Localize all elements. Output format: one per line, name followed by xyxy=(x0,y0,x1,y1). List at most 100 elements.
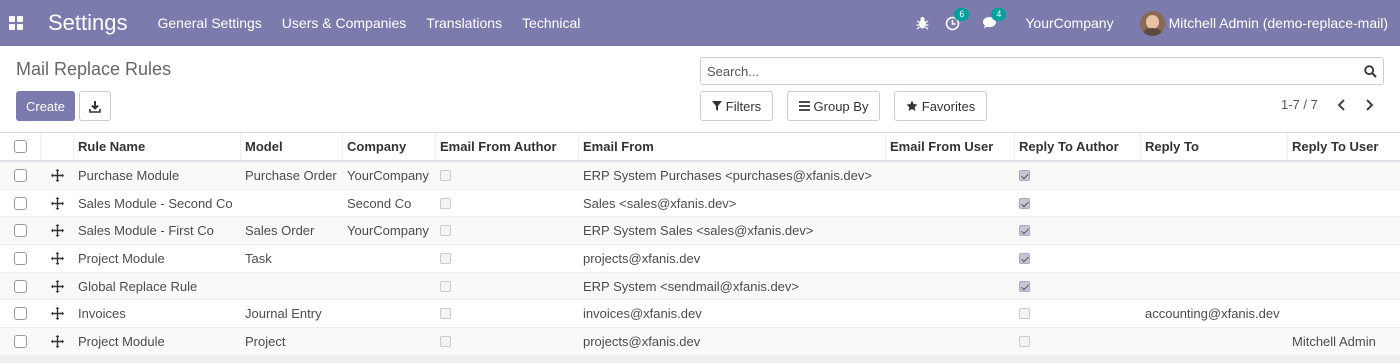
cell-email-from-author-checkbox xyxy=(440,225,451,237)
search-box xyxy=(700,57,1384,85)
cell-model xyxy=(241,273,343,300)
company-switcher[interactable]: YourCompany xyxy=(1025,15,1113,31)
cell-email-from-author xyxy=(436,217,579,244)
page-title[interactable]: Mail Replace Rules xyxy=(16,59,171,80)
filter-icon xyxy=(711,101,722,111)
drag-handle-icon[interactable] xyxy=(51,279,64,293)
row-select-cell xyxy=(0,328,41,355)
table-row[interactable]: Sales Module - First Co Sales Order YourCo… xyxy=(0,217,1400,246)
cell-reply-to-author-checkbox xyxy=(1019,335,1030,347)
systray: 6 4 YourCompany Mitchell Admin (demo-rep… xyxy=(916,0,1388,46)
menu-users-companies[interactable]: Users & Companies xyxy=(282,15,407,31)
drag-handle-icon[interactable] xyxy=(51,334,64,348)
drag-handle-icon[interactable] xyxy=(51,251,64,265)
search-input[interactable] xyxy=(701,58,1357,84)
cell-rule-name: Project Module xyxy=(78,333,165,349)
cell-email-from-author xyxy=(436,245,579,272)
search-icon[interactable] xyxy=(1357,58,1383,84)
cell-model xyxy=(241,190,343,217)
user-menu[interactable]: Mitchell Admin (demo-replace-mail) xyxy=(1139,10,1388,36)
table-row[interactable]: Project Module Task projects@xfanis.dev xyxy=(0,245,1400,273)
top-navbar: Settings General Settings Users & Compan… xyxy=(0,0,1400,46)
row-checkbox[interactable] xyxy=(14,279,27,293)
cell-email-from: projects@xfanis.dev xyxy=(583,333,701,349)
table-row[interactable]: Sales Module - Second Co Second Co Sales <… xyxy=(0,190,1400,218)
drag-handle-cell xyxy=(41,217,74,244)
menu-translations[interactable]: Translations xyxy=(426,15,502,31)
cell-reply-to-author-checkbox xyxy=(1019,197,1030,209)
app-name[interactable]: Settings xyxy=(48,10,128,36)
cell-reply-to-author xyxy=(1015,245,1141,272)
debug-bug-icon[interactable] xyxy=(916,16,929,30)
chevron-left-icon[interactable] xyxy=(1336,98,1348,112)
cell-email-from: projects@xfanis.dev xyxy=(583,250,701,266)
favorites-button[interactable]: Favorites xyxy=(894,91,987,121)
cell-reply-to: accounting@xfanis.dev xyxy=(1145,306,1280,322)
cell-company: Second Co xyxy=(347,195,412,211)
export-button[interactable] xyxy=(79,91,111,121)
cell-email-from-author xyxy=(436,328,579,355)
column-header-reply-to-user[interactable]: Reply To User xyxy=(1288,133,1400,160)
cell-model: Journal Entry xyxy=(245,306,322,322)
cell-reply-to xyxy=(1141,162,1288,189)
menu-technical[interactable]: Technical xyxy=(522,15,580,31)
cell-model: Sales Order xyxy=(245,223,315,239)
column-header-email-from-user[interactable]: Email From User xyxy=(886,133,1015,160)
table-row[interactable]: Invoices Journal Entry invoices@xfanis.dev… xyxy=(0,300,1400,329)
cell-rule-name: Purchase Module xyxy=(78,167,180,183)
star-icon xyxy=(906,100,918,111)
cell-email-from-user xyxy=(886,273,1015,300)
cell-reply-to-author-checkbox xyxy=(1019,252,1030,264)
apps-menu-icon[interactable] xyxy=(9,16,23,30)
table-row[interactable]: Project Module Project projects@xfanis.dev… xyxy=(0,328,1400,356)
cell-reply-to-user xyxy=(1288,190,1400,217)
messages-badge: 4 xyxy=(991,8,1007,21)
row-checkbox[interactable] xyxy=(14,196,27,210)
pager-value[interactable]: 1-7 / 7 xyxy=(1281,97,1318,112)
cell-reply-to-author xyxy=(1015,273,1141,300)
menu-general-settings[interactable]: General Settings xyxy=(158,15,262,31)
cell-email-from: Sales <sales@xfanis.dev> xyxy=(583,195,737,211)
chevron-right-icon[interactable] xyxy=(1363,98,1375,112)
column-header-company[interactable]: Company xyxy=(343,133,436,160)
row-checkbox[interactable] xyxy=(14,251,27,265)
drag-handle-icon[interactable] xyxy=(51,196,64,210)
column-header-rule-name[interactable]: Rule Name xyxy=(74,133,241,160)
cell-email-from-user xyxy=(886,245,1015,272)
drag-handle-icon[interactable] xyxy=(51,224,64,238)
cell-reply-to-user xyxy=(1288,300,1400,327)
row-checkbox[interactable] xyxy=(14,307,27,321)
table-row[interactable]: Global Replace Rule ERP System <sendmail@… xyxy=(0,272,1400,301)
row-select-cell xyxy=(0,217,41,244)
cell-reply-to-author-checkbox xyxy=(1019,225,1030,237)
column-header-email-from-author[interactable]: Email From Author xyxy=(436,133,579,160)
drag-handle-cell xyxy=(41,300,74,327)
row-checkbox[interactable] xyxy=(14,334,27,348)
cell-model: Purchase Order xyxy=(245,167,337,183)
table-row[interactable]: Purchase Module Purchase Order YourCompany… xyxy=(0,162,1400,190)
cell-email-from: ERP System Purchases <purchases@xfanis.d… xyxy=(583,167,872,183)
select-all-checkbox[interactable] xyxy=(13,140,27,153)
cell-email-from-author-checkbox xyxy=(440,280,451,292)
drag-handle-icon[interactable] xyxy=(51,168,64,182)
column-header-reply-to-author[interactable]: Reply To Author xyxy=(1015,133,1141,160)
cell-reply-to-author xyxy=(1015,328,1141,355)
group-by-button[interactable]: Group By xyxy=(787,91,880,121)
create-button[interactable]: Create xyxy=(16,91,75,121)
cell-reply-to-user: Mitchell Admin xyxy=(1292,333,1376,349)
activity-clock-icon[interactable]: 6 xyxy=(945,7,970,31)
cell-email-from-user xyxy=(886,300,1015,327)
cell-reply-to-author-checkbox xyxy=(1019,280,1030,292)
column-header-model[interactable]: Model xyxy=(241,133,343,160)
cell-rule-name: Sales Module - Second Co xyxy=(78,195,233,211)
drag-handle-icon[interactable] xyxy=(51,307,64,321)
cell-company xyxy=(343,273,436,300)
row-checkbox[interactable] xyxy=(14,224,27,238)
cell-model: Project xyxy=(245,333,286,349)
column-header-reply-to[interactable]: Reply To xyxy=(1141,133,1288,160)
filters-button[interactable]: Filters xyxy=(700,91,773,121)
messages-chat-icon[interactable]: 4 xyxy=(982,8,1007,30)
table-header: Rule Name Model Company Email From Autho… xyxy=(0,133,1400,162)
column-header-email-from[interactable]: Email From xyxy=(579,133,886,160)
row-checkbox[interactable] xyxy=(14,168,27,182)
